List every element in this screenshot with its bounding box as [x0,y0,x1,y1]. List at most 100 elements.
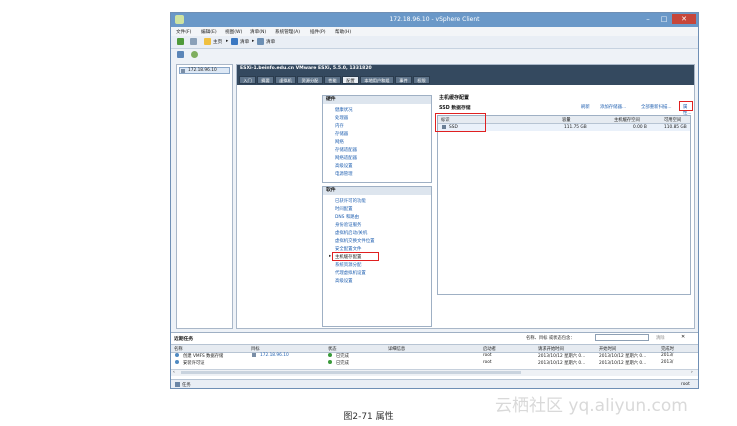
horizontal-scrollbar[interactable]: ‹ › [171,369,698,376]
home-icon[interactable] [204,38,211,45]
tab-vms[interactable]: 虚拟机 [275,76,296,84]
host-header-title: ESXi-1.beinfo.edu.cn VMware ESXi, 5.5.0,… [240,66,372,71]
tab-strip: 入门 摘要 虚拟机 资源分配 性能 配置 本地用户和组 事件 权限 [237,75,694,85]
nav-home[interactable]: 主页 [213,39,222,45]
sw-agent-vm-settings[interactable]: 代理虚拟机设置 [335,270,366,276]
completed-check-icon [328,353,332,357]
tasks-icon [175,382,180,387]
hw-networking[interactable]: 网络 [335,139,344,145]
cache-config-title: 主机缓存配置 [439,95,470,101]
recent-tasks-title: 近期任务 [174,337,194,342]
add-storage-link[interactable]: 添加存储器... [600,104,626,110]
menu-view[interactable]: 视图(W) [225,29,242,35]
maximize-button[interactable]: □ [656,14,672,24]
selected-item-highlight [332,252,379,261]
scroll-left-icon[interactable]: ‹ [173,370,175,375]
tab-permissions[interactable]: 权限 [413,76,430,84]
forward-icon[interactable] [190,38,197,45]
sw-auth-services[interactable]: 身份验证服务 [335,222,361,228]
nav-inventory[interactable]: 清单 [240,39,249,45]
tab-resource-allocation[interactable]: 资源分配 [297,76,323,84]
status-tasks[interactable]: 任务 [182,382,191,388]
hw-memory[interactable]: 内存 [335,123,344,129]
inventory-tree: 172.18.96.10 [176,64,233,329]
sw-dns-routing[interactable]: DNS 和路由 [335,214,359,220]
hw-network-adapters[interactable]: 网络适配器 [335,155,357,161]
toolbar [171,49,698,61]
close-button[interactable]: ✕ [672,14,696,24]
task-name: 安装许可证 [183,361,205,366]
tab-events[interactable]: 事件 [395,76,412,84]
ssd-datastore-subtitle: SSD 数据存储 [439,106,471,111]
scrollbar-thumb[interactable] [181,371,521,374]
task-requested: 2013/10/12 星期六 0... [538,361,586,366]
row-ssd-free: 110.85 GB [664,125,687,130]
hw-processors[interactable]: 处理器 [335,115,348,121]
menu-help[interactable]: 帮助(H) [335,29,351,35]
new-vm-icon[interactable] [177,51,184,58]
task-status: 已完成 [336,361,349,366]
menu-admin[interactable]: 系统管理(A) [275,29,300,35]
tab-configuration[interactable]: 配置 [342,76,359,84]
col-cache-space[interactable]: 主机缓存空间 [614,117,640,123]
cache-config-area: 主机缓存配置 SSD 数据存储 刷新 添加存储器... 全部重新扫描... 属性… [435,93,693,327]
refresh-icon[interactable] [191,51,198,58]
menu-plugins[interactable]: 插件(P) [310,29,326,35]
hw-storage[interactable]: 存储器 [335,131,348,137]
task-started: 2013/10/12 星期六 0... [599,361,647,366]
recent-tasks-panel: 近期任务 名称、目标 或状态包含： 清除 ✕ 名称 目标 状态 详细信息 启动者… [171,332,698,380]
nav-inventory-view[interactable]: 清单 [266,39,275,45]
hw-power-management[interactable]: 电源管理 [335,171,353,177]
host-tree-item[interactable]: 172.18.96.10 [179,67,230,74]
tab-getting-started[interactable]: 入门 [239,76,256,84]
sw-time-config[interactable]: 时间配置 [335,206,353,212]
menu-bar: 文件(F) 编辑(E) 视图(W) 清单(N) 系统管理(A) 插件(P) 帮助… [171,27,698,36]
hw-health[interactable]: 健康状况 [335,107,353,113]
tab-local-users[interactable]: 本地用户和组 [360,76,394,84]
hw-storage-adapters[interactable]: 存储适配器 [335,147,357,153]
table-row[interactable]: 创建 VMFS 数据存储 172.18.96.10 已完成 root 2013/… [171,352,698,359]
task-initiator: root [483,360,492,365]
host-config-pane: ESXi-1.beinfo.edu.cn VMware ESXi, 5.5.0,… [236,64,695,329]
task-target[interactable]: 172.18.96.10 [260,353,289,358]
task-icon [175,353,179,357]
chevron-right-icon: ▸ [252,39,255,44]
completed-check-icon [328,360,332,364]
close-icon[interactable]: ✕ [681,334,685,340]
clear-filter-button[interactable]: 清除 [656,335,665,341]
tab-summary[interactable]: 摘要 [257,76,274,84]
sw-licensed-features[interactable]: 已获许可的功能 [335,198,366,204]
figure-caption: 图2-71 属性 [343,412,394,422]
minimize-button[interactable]: – [640,14,656,24]
back-icon[interactable] [177,38,184,45]
hosts-clusters-icon [257,38,264,45]
hardware-title: 硬件 [323,96,431,104]
rescan-all-link[interactable]: 全部重新扫描... [641,104,672,110]
tab-performance[interactable]: 性能 [324,76,341,84]
title-bar: 172.18.96.10 - vSphere Client – □ ✕ [171,13,698,27]
col-capacity[interactable]: 容量 [562,117,571,123]
software-panel: 软件 已获许可的功能 时间配置 DNS 和路由 身份验证服务 虚拟机启动/关机 … [322,186,432,327]
vsphere-client-window: 172.18.96.10 - vSphere Client – □ ✕ 文件(F… [170,12,699,389]
sw-advanced-settings[interactable]: 高级设置 [335,278,353,284]
sw-vm-swapfile[interactable]: 虚拟机交换文件位置 [335,238,375,244]
software-title: 软件 [323,187,431,195]
server-icon [252,353,256,357]
sw-vm-startup[interactable]: 虚拟机启动/关机 [335,230,367,236]
menu-inventory[interactable]: 清单(N) [250,29,266,35]
task-filter-input[interactable] [595,334,649,341]
navigation-bar: 主页 ▸ 清单 ▸ 清单 [171,36,698,49]
col-free-space[interactable]: 可用空间 [664,117,681,123]
status-user: root [681,382,690,387]
inventory-icon [231,38,238,45]
menu-file[interactable]: 文件(F) [176,29,191,35]
refresh-link[interactable]: 刷新 [581,104,590,110]
table-row[interactable]: 安装许可证 已完成 root 2013/10/12 星期六 0... 2013/… [171,359,698,366]
row-ssd-capacity: 111.75 GB [564,125,587,130]
menu-edit[interactable]: 编辑(E) [201,29,217,35]
hw-advanced-settings[interactable]: 高级设置 [335,163,353,169]
sw-system-resource[interactable]: 系统资源分配 [335,262,361,268]
scroll-right-icon[interactable]: › [691,370,693,375]
task-initiator: root [483,353,492,358]
window-title: 172.18.96.10 - vSphere Client [389,16,480,23]
